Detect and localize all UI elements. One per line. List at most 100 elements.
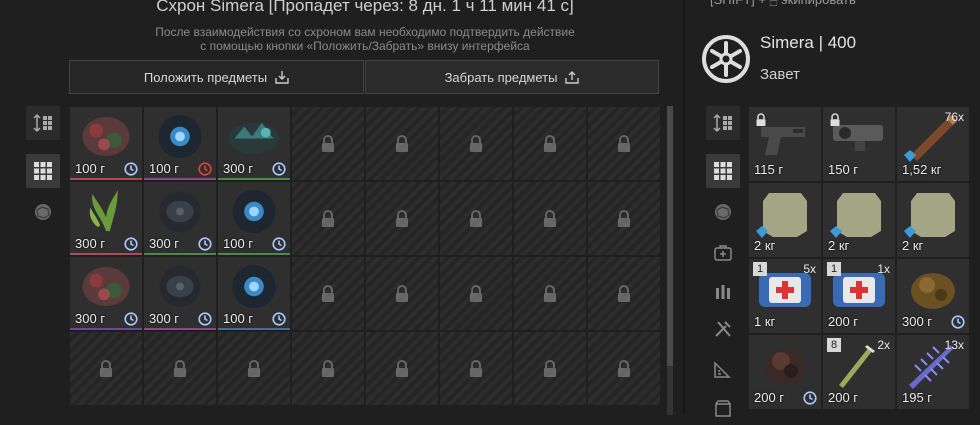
- red-artifact-icon: [82, 266, 130, 307]
- item-weight: 2 кг: [754, 238, 776, 253]
- lock-icon: [100, 359, 112, 377]
- artifacts-tab[interactable]: [26, 195, 60, 229]
- item-weight: 1,52 кг: [902, 162, 942, 177]
- inventory-slot[interactable]: 300 г: [897, 259, 969, 333]
- locked-slot: [514, 182, 586, 255]
- take-items-button[interactable]: Забрать предметы: [365, 60, 659, 94]
- lock-icon: [470, 209, 482, 227]
- inventory-slot[interactable]: 100 г: [218, 257, 290, 330]
- rarity-bar: [70, 328, 142, 330]
- char-tools-tab[interactable]: [706, 312, 740, 346]
- timer-icon: [124, 162, 138, 176]
- item-count: 76x: [944, 110, 964, 124]
- char-misc-tab[interactable]: [706, 352, 740, 386]
- item-count: 5x: [803, 262, 816, 276]
- lock-icon: [618, 134, 630, 152]
- inventory-slot[interactable]: 300 г: [218, 107, 290, 180]
- ammo-icon: [716, 285, 730, 299]
- inventory-slot[interactable]: 115 г: [749, 107, 821, 181]
- timer-icon: [803, 391, 817, 405]
- sort-tab[interactable]: [26, 106, 60, 140]
- stash-instructions: После взаимодействия со схроном вам необ…: [0, 25, 730, 53]
- item-image: [903, 265, 963, 313]
- char-all-items-tab[interactable]: [706, 154, 740, 188]
- lock-icon: [470, 134, 482, 152]
- char-container-tab[interactable]: [706, 391, 740, 425]
- locked-slot: [366, 107, 438, 180]
- inventory-slot[interactable]: 100 г: [70, 107, 142, 180]
- inventory-slot[interactable]: 200 г 2x 8: [823, 335, 895, 409]
- panel-divider: [683, 0, 685, 415]
- item-count: 1x: [877, 262, 890, 276]
- inventory-slot[interactable]: 150 г: [823, 107, 895, 181]
- timer-icon: [124, 237, 138, 251]
- inventory-slot[interactable]: 195 г 13x: [897, 335, 969, 409]
- download-tray-icon: [275, 71, 289, 84]
- char-medical-tab[interactable]: [706, 236, 740, 270]
- inventory-slot[interactable]: 300 г: [144, 257, 216, 330]
- lock-icon: [322, 284, 334, 302]
- inventory-slot[interactable]: 200 г 1x 1: [823, 259, 895, 333]
- item-image: [76, 113, 136, 160]
- lock-icon: [396, 134, 408, 152]
- inventory-slot[interactable]: 100 г: [218, 182, 290, 255]
- item-weight: 100 г: [223, 311, 254, 326]
- item-weight: 1 кг: [754, 314, 776, 329]
- inventory-slot[interactable]: 300 г: [70, 257, 142, 330]
- item-image: [76, 188, 136, 235]
- inventory-slot[interactable]: 2 кг: [749, 183, 821, 257]
- locked-slot: [292, 107, 364, 180]
- inventory-slot[interactable]: 100 г: [144, 107, 216, 180]
- locked-slot: [366, 182, 438, 255]
- rarity-bar: [218, 253, 290, 255]
- item-weight: 300 г: [223, 161, 254, 176]
- locked-slot: [440, 257, 512, 330]
- inventory-slot[interactable]: 300 г: [70, 182, 142, 255]
- item-image: [224, 113, 284, 160]
- lock-icon: [248, 359, 260, 377]
- rarity-bar: [70, 178, 142, 180]
- lock-icon: [396, 359, 408, 377]
- locked-slot: [588, 107, 660, 180]
- locked-slot: [218, 332, 290, 405]
- inventory-slot[interactable]: 2 кг: [823, 183, 895, 257]
- timer-icon: [198, 162, 212, 176]
- timer-icon: [951, 315, 965, 329]
- locked-slot: [588, 332, 660, 405]
- character-inventory-grid: 115 г 150 г 1,52 кг 76x 2 кг 2 кг 2 кг 1 кг 5x 1 2…: [749, 107, 980, 409]
- item-weight: 195 г: [902, 390, 933, 405]
- artifact-icon: [715, 204, 731, 220]
- inventory-slot[interactable]: 300 г: [144, 182, 216, 255]
- inventory-slot[interactable]: 200 г: [749, 335, 821, 409]
- item-weight: 200 г: [754, 390, 785, 405]
- lock-icon: [544, 134, 556, 152]
- timer-icon: [198, 312, 212, 326]
- char-ammo-tab[interactable]: [706, 274, 740, 308]
- timer-icon: [124, 312, 138, 326]
- item-image: [224, 263, 284, 310]
- item-weight: 300 г: [902, 314, 933, 329]
- box-icon: [715, 400, 731, 417]
- put-items-label: Положить предметы: [143, 69, 268, 85]
- item-weight: 200 г: [828, 390, 859, 405]
- inventory-slot[interactable]: 1 кг 5x 1: [749, 259, 821, 333]
- inventory-slot[interactable]: 1,52 кг 76x: [897, 107, 969, 181]
- item-count: 2x: [877, 338, 890, 352]
- dark-orb-icon: [159, 265, 201, 308]
- gem-icon: [830, 226, 842, 238]
- all-items-tab[interactable]: [26, 154, 60, 188]
- locked-slot: [514, 257, 586, 330]
- locked-slot: [292, 332, 364, 405]
- char-sort-tab[interactable]: [706, 106, 740, 140]
- timer-icon: [272, 312, 286, 326]
- stash-scrollbar-thumb[interactable]: [667, 106, 673, 366]
- item-weight: 300 г: [75, 311, 106, 326]
- inventory-slot[interactable]: 2 кг: [897, 183, 969, 257]
- locked-slot: [514, 107, 586, 180]
- timer-icon: [198, 237, 212, 251]
- char-artifacts-tab[interactable]: [706, 195, 740, 229]
- item-weight: 100 г: [223, 236, 254, 251]
- sort-icon: [33, 113, 52, 133]
- put-items-button[interactable]: Положить предметы: [69, 60, 364, 94]
- blue-orb-icon: [232, 264, 276, 309]
